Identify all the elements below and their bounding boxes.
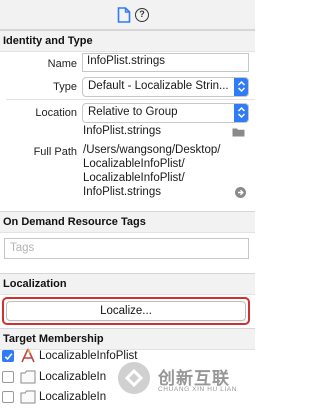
localization-header-label: Localization: [3, 278, 67, 290]
name-field[interactable]: InfoPlist.strings: [82, 53, 249, 72]
type-popup-value: Default - Localizable Strin...: [88, 80, 229, 92]
fullpath-line-1: /Users/wangsong/Desktop/: [83, 144, 221, 156]
target-checkbox[interactable]: [2, 350, 14, 362]
fullpath-line-3: LocalizableInfoPlist/: [83, 172, 185, 184]
target-name: LocalizableIn: [39, 371, 107, 383]
identity-header-label: Identity and Type: [3, 35, 93, 47]
target-membership-header-label: Target Membership: [3, 333, 104, 345]
tags-field[interactable]: Tags: [4, 238, 249, 259]
test-target-icon: [20, 390, 36, 404]
target-membership-section-header: Target Membership: [0, 328, 255, 350]
quick-help-icon[interactable]: ?: [135, 8, 149, 22]
folder-icon[interactable]: [232, 127, 245, 137]
fullpath-line-2: LocalizableInfoPlist/: [83, 158, 185, 170]
reveal-in-finder-icon[interactable]: [235, 187, 246, 198]
chevron-updown-icon: [234, 78, 248, 96]
type-label: Type: [53, 81, 77, 93]
app-target-icon: [20, 348, 36, 363]
watermark-subtitle: CHUANG XIN HU LIAN: [158, 386, 238, 393]
test-target-icon: [20, 370, 36, 384]
localization-section-header: Localization: [0, 273, 255, 295]
divider: [6, 99, 255, 100]
location-filename: InfoPlist.strings: [83, 125, 161, 137]
target-checkbox[interactable]: [2, 371, 14, 383]
type-popup[interactable]: Default - Localizable Strin...: [82, 77, 249, 97]
target-checkbox[interactable]: [2, 391, 14, 403]
watermark: 创新互联 CHUANG XIN HU LIAN: [116, 356, 252, 404]
location-popup[interactable]: Relative to Group: [82, 103, 249, 123]
watermark-logo-icon: [118, 362, 150, 394]
fullpath-label: Full Path: [33, 146, 77, 158]
name-label: Name: [47, 58, 77, 70]
identity-section-header: Identity and Type: [0, 30, 255, 52]
fullpath-line-4: InfoPlist.strings: [83, 186, 161, 198]
chevron-updown-icon: [234, 104, 248, 122]
on-demand-section-header: On Demand Resource Tags: [0, 211, 255, 233]
localize-button[interactable]: Localize...: [6, 301, 246, 321]
location-popup-value: Relative to Group: [88, 106, 178, 118]
file-inspector-icon[interactable]: [117, 7, 131, 23]
target-name: LocalizableIn: [39, 391, 107, 403]
location-label: Location: [35, 107, 77, 119]
on-demand-header-label: On Demand Resource Tags: [3, 216, 146, 228]
